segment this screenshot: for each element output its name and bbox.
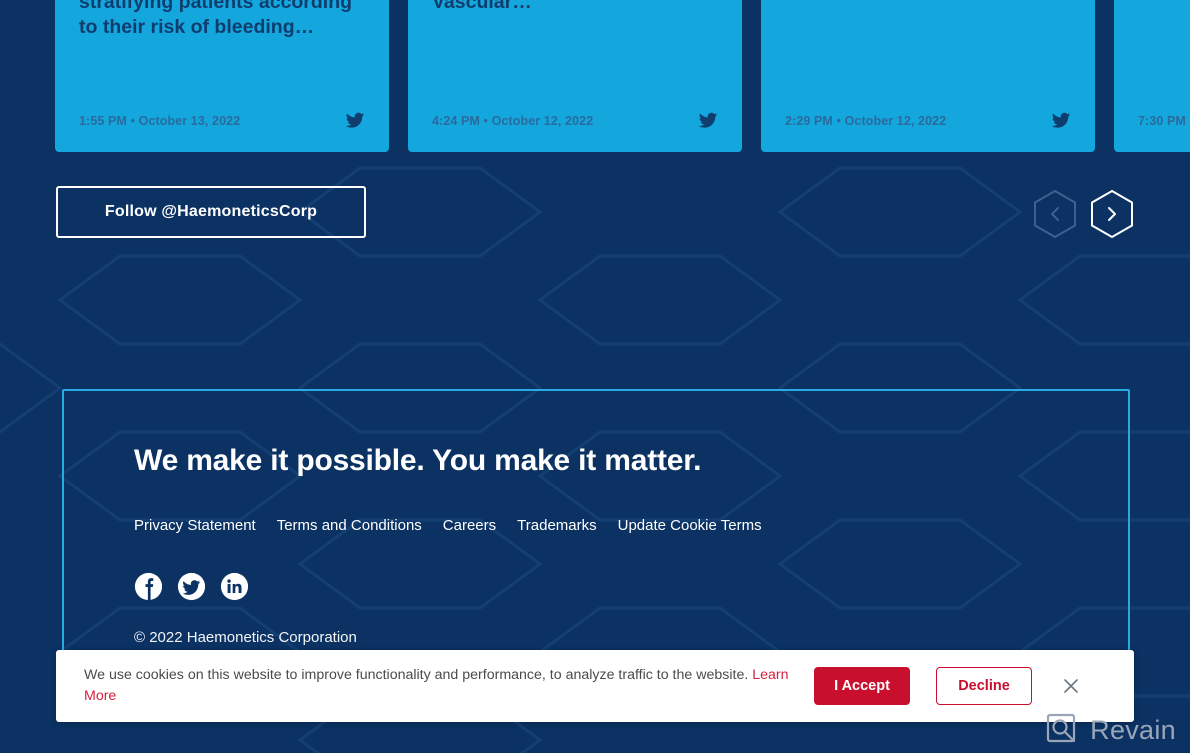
cookie-message-text: We use cookies on this website to improv…: [84, 667, 753, 683]
cookie-close-button[interactable]: [1058, 673, 1084, 699]
footer-link-privacy-statement[interactable]: Privacy Statement: [134, 517, 256, 534]
close-icon: [1062, 677, 1080, 695]
social-links: [134, 572, 1128, 601]
footer-panel: We make it possible. You make it matter.…: [62, 389, 1130, 671]
tweet-time: 1:55 PM: [79, 114, 127, 128]
tweet-footer: 4:24 PM • October 12, 2022: [432, 90, 718, 152]
tweet-time: 4:24 PM: [432, 114, 480, 128]
tweet-card[interactable]: #VASCADEMVP, our Venous Vascular… 4:24 P…: [408, 0, 742, 152]
cookie-consent-banner: We use cookies on this website to improv…: [56, 650, 1134, 722]
linkedin-icon[interactable]: [220, 572, 249, 601]
cookie-accept-button[interactable]: I Accept: [814, 667, 910, 705]
tweet-footer: 7:30 PM: [1138, 90, 1190, 152]
footer-tagline: We make it possible. You make it matter.: [134, 444, 702, 477]
twitter-icon: [345, 111, 365, 131]
footer-link-terms-and-conditions[interactable]: Terms and Conditions: [277, 517, 422, 534]
tweet-time: 2:29 PM: [785, 114, 833, 128]
tweet-timestamp: 2:29 PM • October 12, 2022: [785, 114, 946, 128]
carousel-prev-button[interactable]: [1032, 189, 1078, 239]
tweet-separator: •: [483, 114, 489, 128]
cookie-decline-button[interactable]: Decline: [936, 667, 1032, 705]
tweet-text: them develop create: [1138, 0, 1190, 90]
facebook-icon[interactable]: [134, 572, 163, 601]
tweet-card[interactable]: them develop create 7:30 PM: [1114, 0, 1190, 152]
tweet-date: October 12, 2022: [491, 114, 594, 128]
twitter-icon[interactable]: [177, 572, 206, 601]
carousel-next-button[interactable]: [1089, 189, 1135, 239]
tweet-card[interactable]: coagulation management and stratifying p…: [55, 0, 389, 152]
tweet-footer: 2:29 PM • October 12, 2022: [785, 90, 1071, 152]
tweet-separator: •: [130, 114, 136, 128]
footer-links: Privacy Statement Terms and Conditions C…: [134, 517, 1128, 534]
tweet-text: coagulation management and stratifying p…: [79, 0, 353, 38]
tweet-time: 7:30 PM: [1138, 114, 1186, 128]
tweet-timestamp: 4:24 PM • October 12, 2022: [432, 114, 593, 128]
twitter-carousel: coagulation management and stratifying p…: [0, 0, 1190, 152]
tweet-date: October 12, 2022: [844, 114, 947, 128]
tweet-card[interactable]: https://t.co/veKSNqgWX0 2:29 PM • Octobe…: [761, 0, 1095, 152]
twitter-icon: [1051, 111, 1071, 131]
tweet-text: #VASCADEMVP, our Venous Vascular…: [432, 0, 532, 13]
tweet-footer: 1:55 PM • October 13, 2022: [79, 90, 365, 152]
footer-link-careers[interactable]: Careers: [443, 517, 496, 534]
footer-link-update-cookie-terms[interactable]: Update Cookie Terms: [618, 517, 762, 534]
footer-link-trademarks[interactable]: Trademarks: [517, 517, 596, 534]
tweet-timestamp: 7:30 PM: [1138, 114, 1186, 128]
tweet-date: October 13, 2022: [138, 114, 241, 128]
cookie-message: We use cookies on this website to improv…: [84, 665, 814, 707]
copyright-text: © 2022 Haemonetics Corporation: [134, 629, 357, 646]
follow-twitter-button[interactable]: Follow @HaemoneticsCorp: [56, 186, 366, 238]
tweet-separator: •: [836, 114, 842, 128]
tweet-timestamp: 1:55 PM • October 13, 2022: [79, 114, 240, 128]
tweet-text: https://t.co/veKSNqgWX0: [785, 0, 1071, 90]
twitter-icon: [698, 111, 718, 131]
